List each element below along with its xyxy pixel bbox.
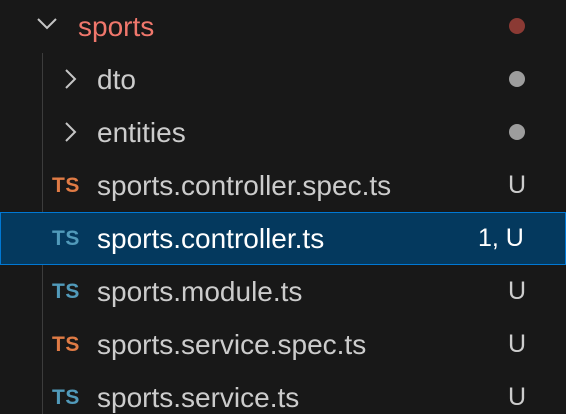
chevron-right-icon[interactable]	[64, 121, 78, 143]
file-row-sports-service[interactable]: TS sports.service.ts U	[0, 371, 566, 414]
file-label: sports.service.ts	[97, 382, 300, 413]
file-label: sports.service.spec.ts	[97, 329, 367, 360]
folder-row-dto[interactable]: dto	[0, 53, 566, 106]
git-status-badge: U	[508, 383, 527, 411]
folder-label: dto	[97, 64, 136, 95]
typescript-file-icon: TS	[52, 174, 80, 197]
folder-row-entities[interactable]: entities	[0, 106, 566, 159]
git-status-badge: U	[508, 330, 527, 358]
typescript-file-icon: TS	[52, 227, 80, 250]
file-row-sports-service-spec[interactable]: TS sports.service.spec.ts U	[0, 318, 566, 371]
file-label: sports.controller.spec.ts	[97, 170, 392, 201]
file-explorer-tree: sports dto entities TS sports.controller…	[0, 0, 566, 414]
folder-label: sports	[78, 11, 155, 42]
file-row-sports-controller[interactable]: TS sports.controller.ts 1, U	[0, 212, 566, 265]
folder-row-sports[interactable]: sports	[0, 0, 566, 53]
typescript-file-icon: TS	[52, 333, 80, 356]
typescript-file-icon: TS	[52, 280, 80, 303]
status-dot-icon	[509, 71, 525, 87]
chevron-right-icon[interactable]	[64, 68, 78, 90]
typescript-file-icon: TS	[52, 386, 80, 409]
file-label: sports.module.ts	[97, 276, 303, 307]
status-dot-icon	[509, 124, 525, 140]
file-row-sports-module[interactable]: TS sports.module.ts U	[0, 265, 566, 318]
chevron-down-icon[interactable]	[36, 17, 58, 31]
git-status-badge: U	[508, 277, 527, 305]
git-status-badge: U	[508, 171, 527, 199]
file-row-sports-controller-spec[interactable]: TS sports.controller.spec.ts U	[0, 159, 566, 212]
problems-status-badge: 1, U	[478, 224, 524, 252]
modified-dot-icon	[509, 18, 525, 34]
file-label: sports.controller.ts	[97, 223, 325, 254]
folder-label: entities	[97, 117, 186, 148]
